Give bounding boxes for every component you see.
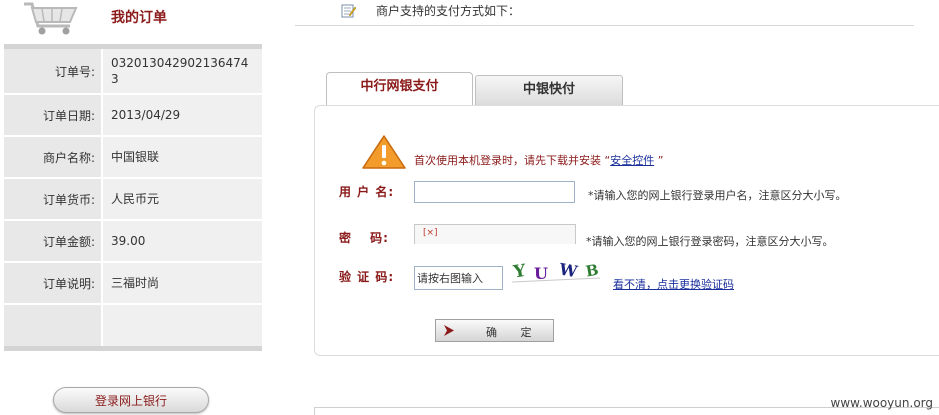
order-currency-label: 订单货币: <box>4 179 101 219</box>
captcha-image[interactable]: Y U W B <box>508 260 604 286</box>
empty-label <box>4 305 101 349</box>
payment-methods-heading: 商户支持的支付方式如下： <box>376 4 521 18</box>
order-title: 我的订单 <box>111 10 167 26</box>
payment-login-panel <box>314 105 939 356</box>
order-amount-label: 订单金额: <box>4 221 101 261</box>
username-hint: *请输入您的网上银行登录用户名，注意区分大小写。 <box>588 189 847 202</box>
confirm-label: 确 定 <box>486 326 542 339</box>
order-description-label: 订单说明: <box>4 263 101 303</box>
notice-suffix: ” <box>654 154 664 167</box>
arrow-right-icon <box>444 325 454 336</box>
order-description-value: 三福时尚 <box>103 263 262 303</box>
header-divider <box>295 25 914 26</box>
tab-boc-quick-pay[interactable]: 中银快付 <box>475 75 623 105</box>
captcha-input[interactable] <box>414 266 503 290</box>
table-bottom-divider <box>4 346 262 351</box>
confirm-button[interactable]: 确 定 <box>435 319 554 342</box>
refresh-captcha-link[interactable]: 看不清，点击更换验证码 <box>613 276 734 292</box>
security-control-link[interactable]: 安全控件 <box>610 154 654 167</box>
shopping-cart-icon <box>24 2 78 35</box>
order-description-row: 订单说明: 三福时尚 <box>4 263 262 305</box>
tab-boc-online-payment[interactable]: 中行网银支付 <box>326 72 473 105</box>
order-amount-value: 39.00 <box>103 221 262 261</box>
empty-row <box>4 305 262 351</box>
empty-value <box>103 305 262 349</box>
merchant-name-label: 商户名称: <box>4 137 101 177</box>
password-input[interactable]: [×] <box>414 224 576 244</box>
edit-note-icon <box>341 4 356 18</box>
merchant-name-row: 商户名称: 中国银联 <box>4 137 262 179</box>
notice-text: 首次使用本机登录时，请先下载并安装 “ <box>414 154 611 167</box>
order-amount-row: 订单金额: 39.00 <box>4 221 262 263</box>
order-info-table: 订单号: 032013042902136474 3 订单日期: 2013/04/… <box>4 44 262 351</box>
order-currency-row: 订单货币: 人民币元 <box>4 179 262 221</box>
security-control-notice: 首次使用本机登录时，请先下载并安装 “安全控件 ” <box>414 152 663 168</box>
panel-top-border <box>623 105 939 106</box>
order-date-row: 订单日期: 2013/04/29 <box>4 95 262 137</box>
order-number-label: 订单号: <box>4 49 101 93</box>
merchant-name-value: 中国银联 <box>103 137 262 177</box>
login-online-banking-button[interactable]: 登录网上银行 <box>53 387 209 413</box>
username-input[interactable] <box>414 181 575 203</box>
password-hint: *请输入您的网上银行登录密码，注意区分大小写。 <box>586 235 834 248</box>
password-label: 密 码: <box>339 231 389 245</box>
watermark: www.wooyun.org <box>830 396 933 410</box>
order-number-row: 订单号: 032013042902136474 3 <box>4 49 262 95</box>
order-date-label: 订单日期: <box>4 95 101 135</box>
warning-icon <box>362 135 406 169</box>
captcha-label: 验 证 码: <box>339 270 395 284</box>
order-currency-value: 人民币元 <box>103 179 262 219</box>
order-number-value: 032013042902136474 3 <box>103 49 262 93</box>
username-label: 用 户 名: <box>339 185 395 199</box>
password-control-icon: [×] <box>423 228 438 238</box>
lower-panel-border-left <box>314 407 315 415</box>
order-date-value: 2013/04/29 <box>103 95 262 135</box>
